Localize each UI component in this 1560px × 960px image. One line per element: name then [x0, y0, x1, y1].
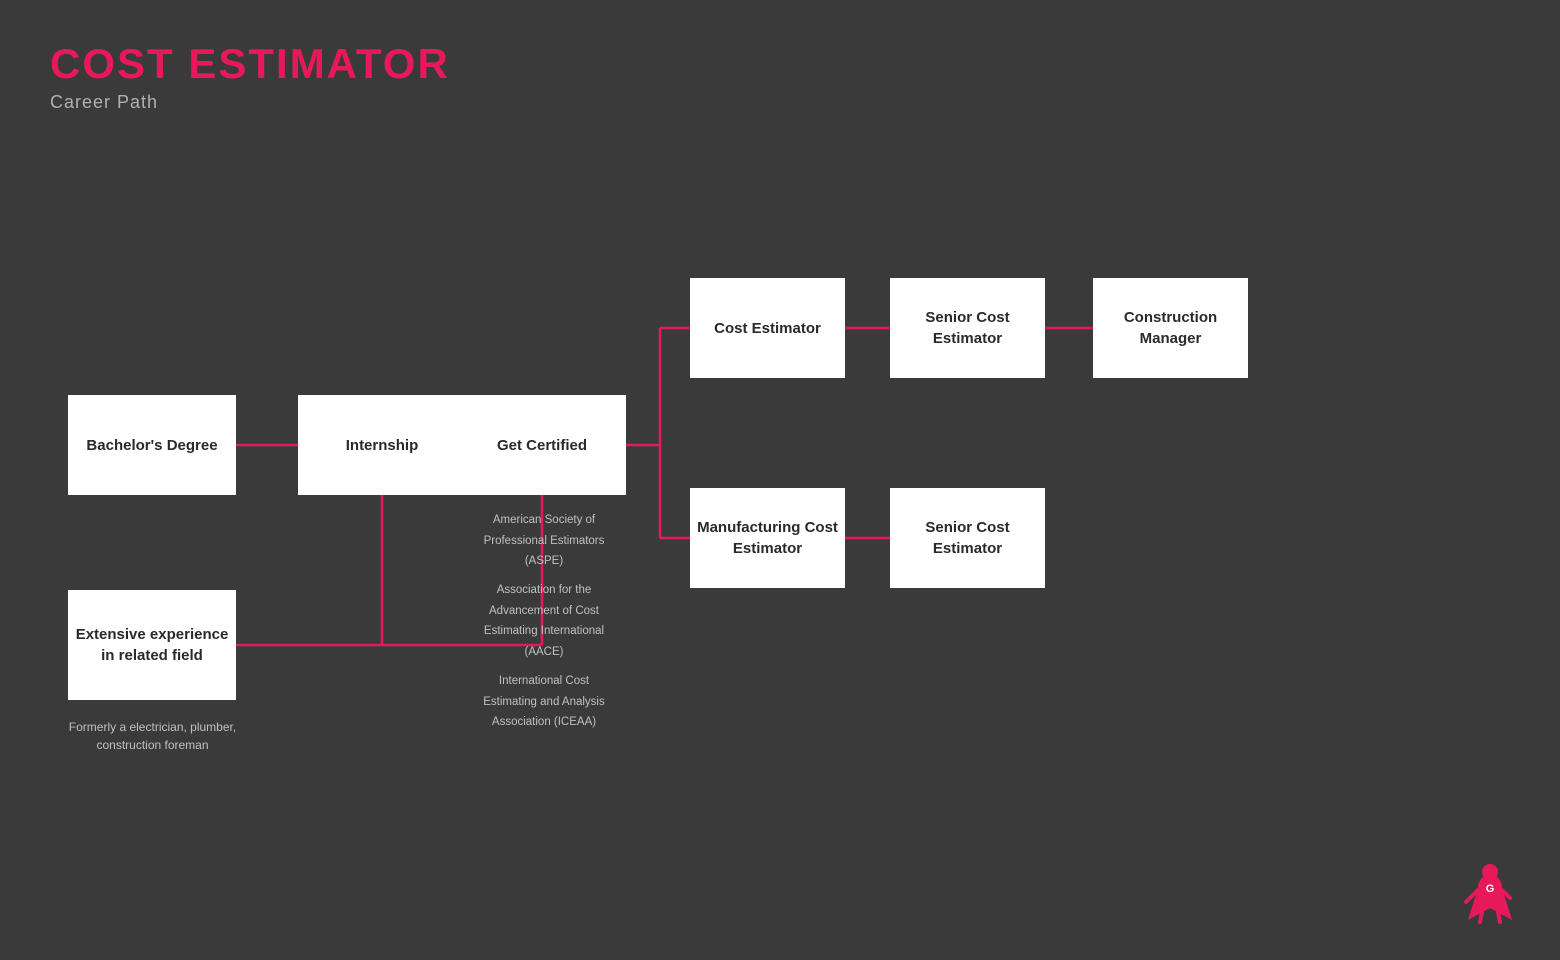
cert-aspe: American Society ofProfessional Estimato…	[454, 510, 634, 572]
construction-manager-node: Construction Manager	[1093, 278, 1248, 378]
header: COST ESTIMATOR Career Path	[50, 40, 450, 113]
manufacturing-cost-estimator-node: Manufacturing Cost Estimator	[690, 488, 845, 588]
senior-cost-estimator-bottom-node: Senior Cost Estimator	[890, 488, 1045, 588]
page-title: COST ESTIMATOR	[50, 40, 450, 88]
cert-list: American Society ofProfessional Estimato…	[454, 510, 634, 733]
cert-iceaa: International CostEstimating and Analysi…	[454, 671, 634, 733]
superhero-logo-icon: G	[1460, 860, 1520, 930]
cert-aace: Association for theAdvancement of CostEs…	[454, 580, 634, 663]
logo: G	[1460, 860, 1520, 930]
formerly-annotation: Formerly a electrician, plumber, constru…	[55, 718, 250, 754]
cost-estimator-node: Cost Estimator	[690, 278, 845, 378]
bachelors-degree-node: Bachelor's Degree	[68, 395, 236, 495]
extensive-exp-node: Extensive experience in related field	[68, 590, 236, 700]
internship-node: Internship	[298, 395, 466, 495]
page-subtitle: Career Path	[50, 92, 450, 113]
svg-text:G: G	[1486, 883, 1495, 895]
get-certified-node: Get Certified	[458, 395, 626, 495]
senior-cost-estimator-top-node: Senior Cost Estimator	[890, 278, 1045, 378]
